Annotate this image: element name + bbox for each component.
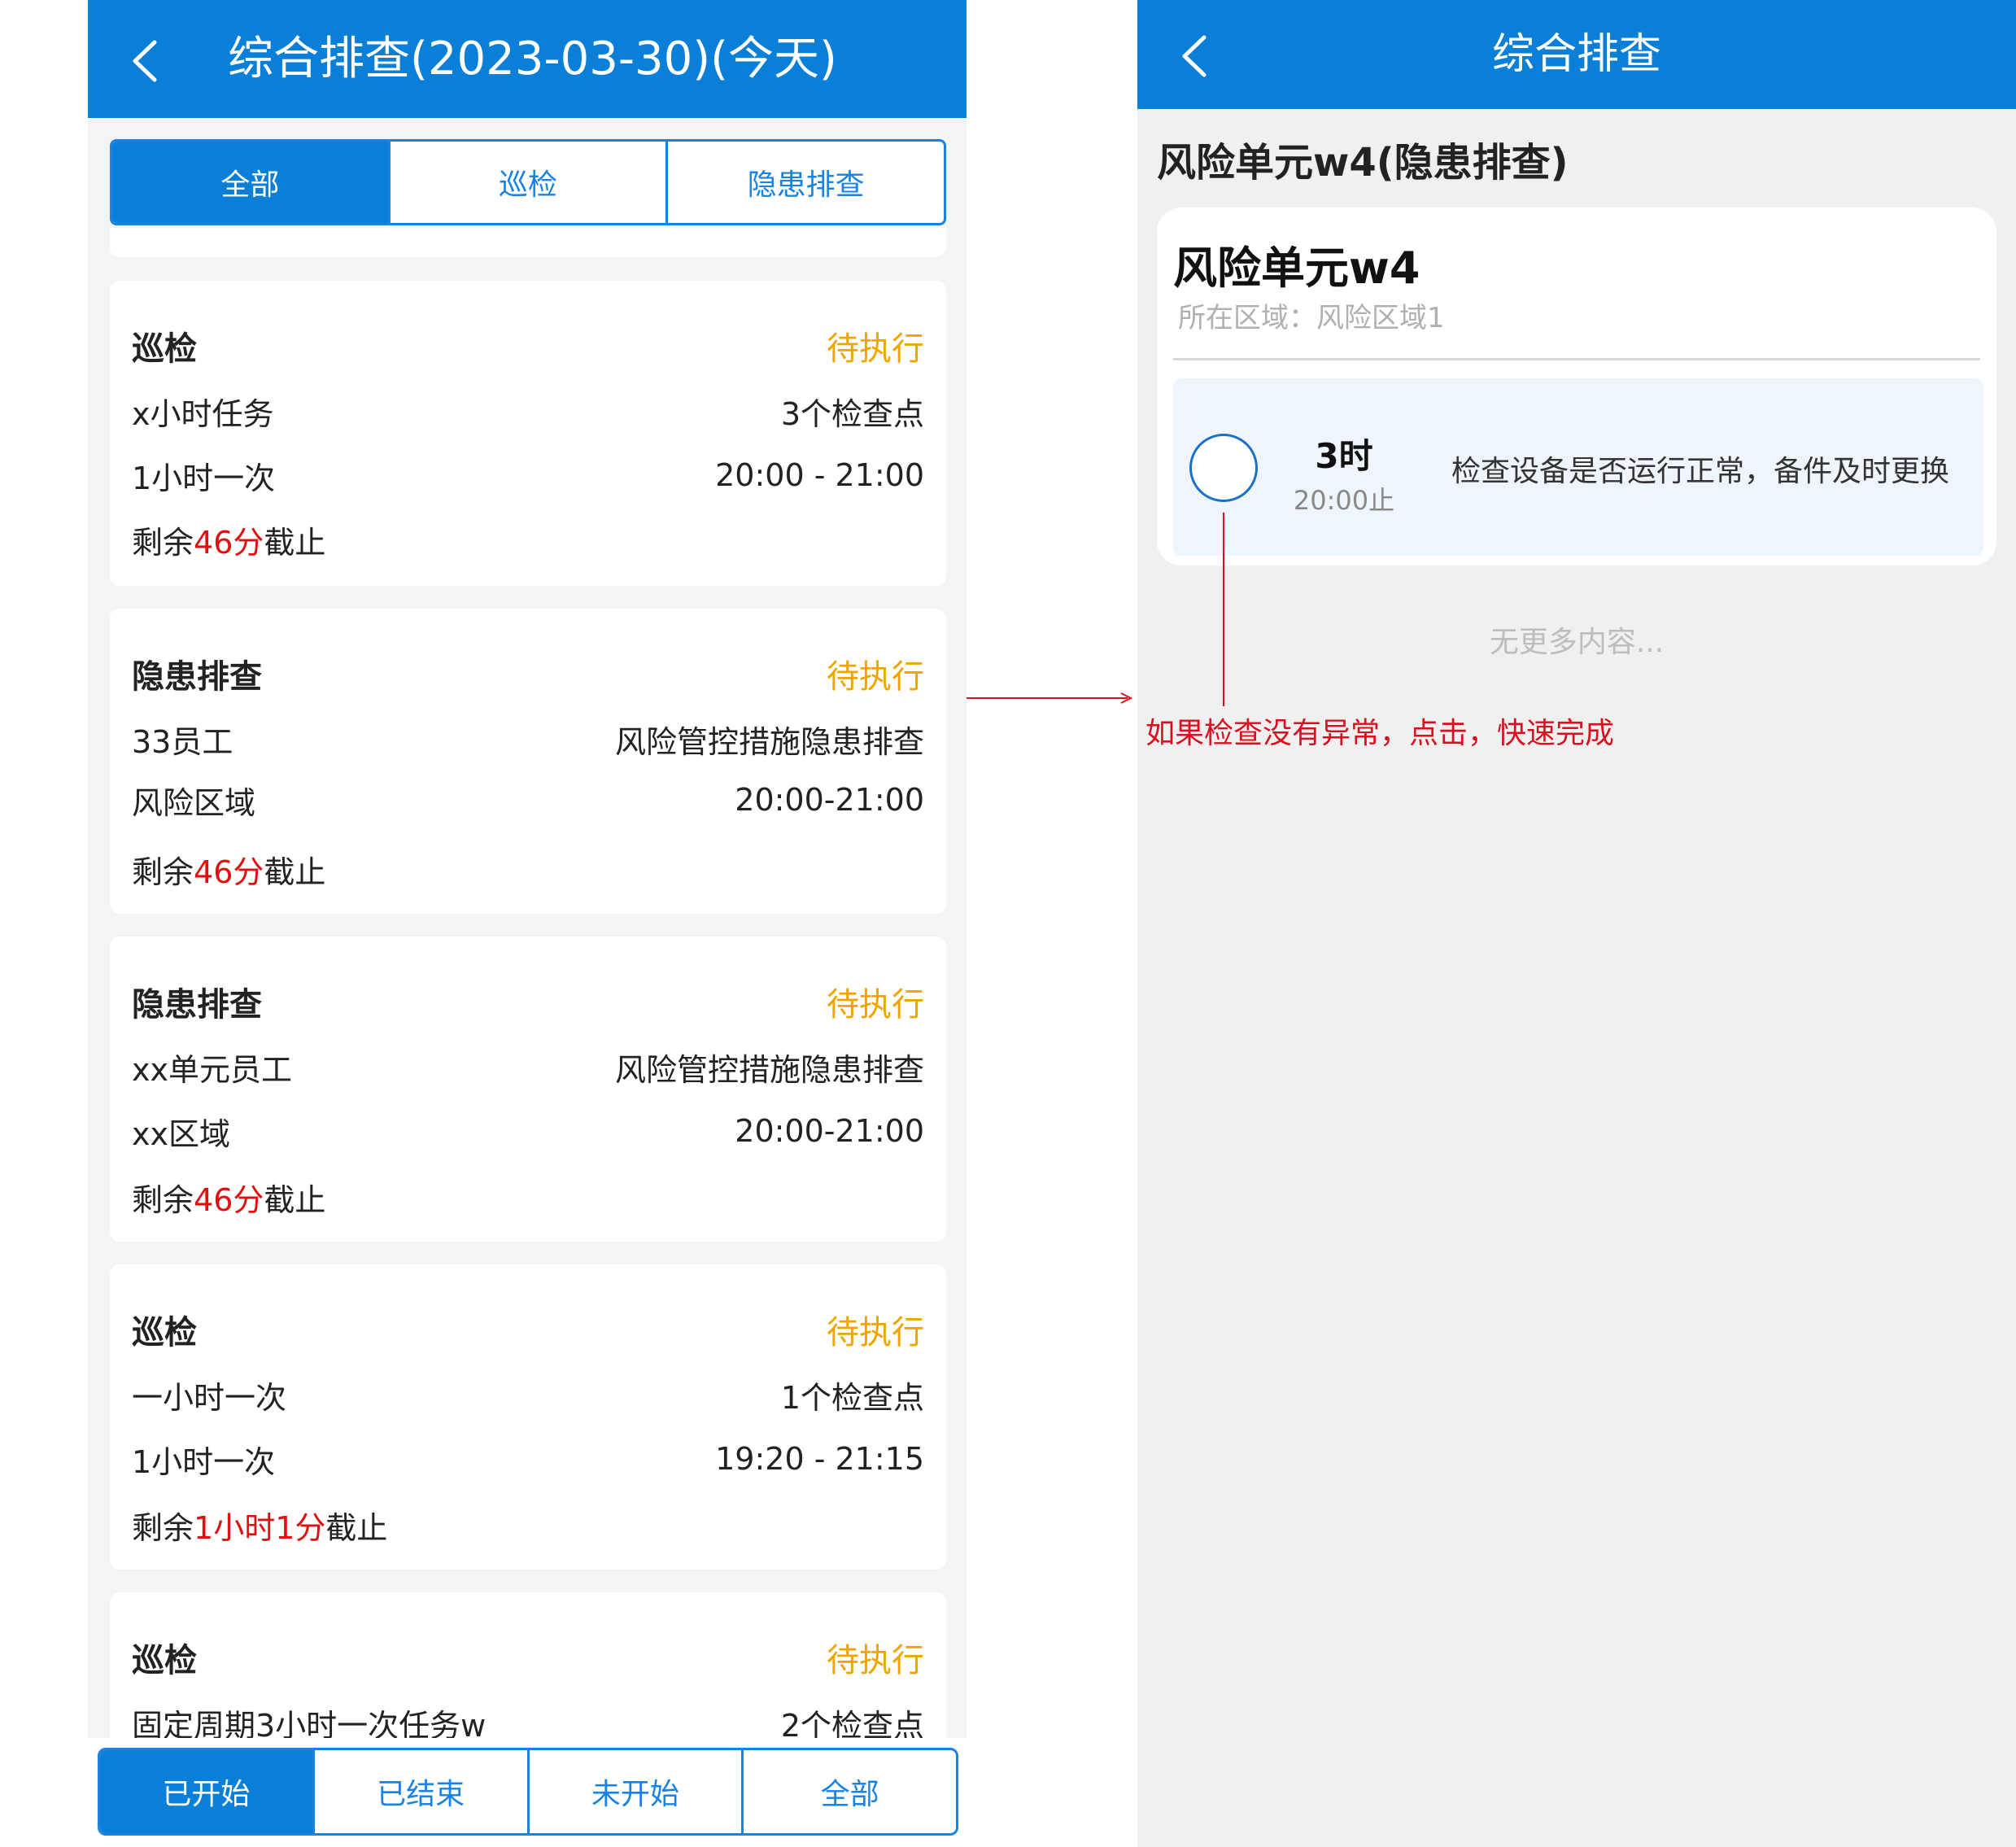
annotation-arrows bbox=[967, 513, 1224, 706]
annotation-note: 如果检查没有异常，点击，快速完成 bbox=[1145, 717, 1615, 750]
